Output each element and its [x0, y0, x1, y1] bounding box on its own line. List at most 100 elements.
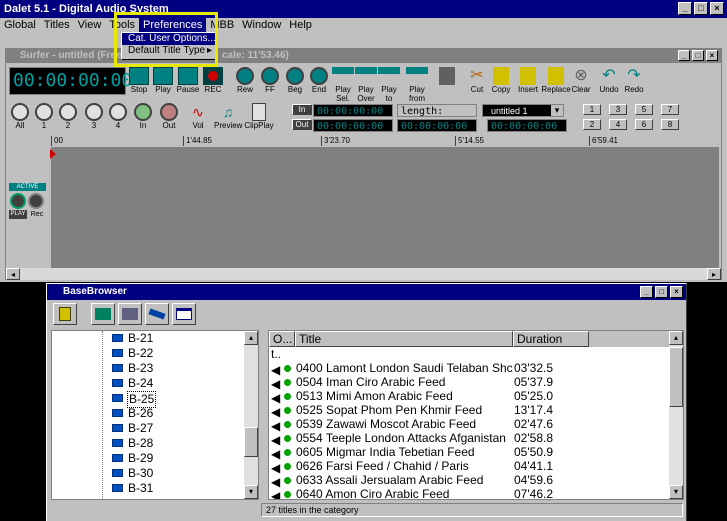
table-row[interactable]: ◀ 0626 Farsi Feed / Chahid / Paris 04'41.1 [269, 459, 669, 475]
column-header-title[interactable]: Title [295, 331, 513, 347]
scroll-right-icon[interactable]: ▸ [707, 268, 721, 280]
redo-button[interactable]: ↷ Redo [623, 67, 645, 94]
tree-item[interactable]: B-22 [52, 346, 252, 361]
record-button[interactable]: REC [202, 67, 224, 94]
surfer-close-button[interactable]: × [706, 50, 718, 61]
track-play-label[interactable]: PLAY [9, 210, 27, 219]
pen-icon[interactable] [145, 303, 169, 325]
table-row[interactable]: ◀ 0513 Mimi Amon Arabic Feed 05'25.0 [269, 389, 669, 405]
basebrowser-titlebar[interactable]: BaseBrowser _ □ × [47, 284, 686, 300]
zoom-in-button[interactable]: In [132, 103, 154, 130]
table-row[interactable]: ◀ 0633 Assali Jersualam Arabic Feed 04'59.… [269, 473, 669, 489]
trash-icon[interactable] [53, 303, 77, 325]
table-row[interactable]: ◀ 0640 Amon Ciro Arabic Feed 07'46.2 [269, 487, 669, 499]
tree-item[interactable]: B-21 [52, 331, 252, 346]
track-rec-knob-icon[interactable] [28, 193, 44, 209]
zoom-out-button[interactable]: Out [158, 103, 180, 130]
tree-vertical-scrollbar[interactable]: ▴ ▾ [244, 331, 258, 499]
menu-tools[interactable]: Tools [105, 18, 139, 32]
replace-button[interactable]: Replace [541, 67, 571, 94]
cue-button-5[interactable]: 5 [635, 104, 653, 115]
tree-item[interactable]: B-28 [52, 436, 252, 451]
table-row[interactable]: ◀ 0525 Sopat Phom Pen Khmir Feed 13'17.4 [269, 403, 669, 419]
clipplay-button[interactable]: ClipPlay [244, 103, 274, 130]
surfer-maximize-button[interactable]: □ [692, 50, 704, 61]
scroll-down-icon[interactable]: ▾ [244, 485, 258, 499]
table-row[interactable]: ◀ 0605 Migmar India Tebetian Feed 05'50.9 [269, 445, 669, 461]
menu-help[interactable]: Help [285, 18, 316, 32]
zoom-1-button[interactable]: 1 [33, 103, 55, 130]
window-icon[interactable] [172, 303, 196, 325]
cue-button-2[interactable]: 2 [583, 119, 601, 130]
cue-button-1[interactable]: 1 [583, 104, 601, 115]
scroll-thumb[interactable] [669, 347, 683, 407]
chevron-down-icon[interactable]: ▾ [551, 105, 563, 116]
menu-item-default-title-type[interactable]: Default Title Type ▸ [122, 45, 216, 57]
browser-minimize-button[interactable]: _ [640, 286, 653, 298]
scroll-up-icon[interactable]: ▴ [244, 331, 258, 345]
track-active-badge[interactable]: ACTIVE [9, 183, 46, 191]
tree-item[interactable]: B-23 [52, 361, 252, 376]
scroll-left-icon[interactable]: ◂ [6, 268, 20, 280]
column-header-o[interactable]: O... [269, 331, 295, 347]
save-icon[interactable] [436, 67, 458, 85]
list-vertical-scrollbar[interactable]: ▴ ▾ [669, 331, 683, 499]
table-row[interactable]: ◀ 0400 Lamont London Saudi Telaban Shc 03'… [269, 361, 669, 377]
zoom-all-button[interactable]: All [9, 103, 31, 130]
menu-global[interactable]: Global [0, 18, 40, 32]
table-row[interactable]: ◀ 0504 Iman Ciro Arabic Feed 05'37.9 [269, 375, 669, 391]
surfer-minimize-button[interactable]: _ [678, 50, 690, 61]
menu-preferences[interactable]: Preferences [139, 18, 207, 32]
menu-window[interactable]: Window [238, 18, 285, 32]
volume-button[interactable]: ∿ Vol [186, 103, 210, 130]
tree-item[interactable]: B-24 [52, 376, 252, 391]
play-from-button[interactable]: Play from [402, 67, 432, 103]
begin-button[interactable]: Beg [283, 67, 307, 94]
out-timecode[interactable]: 00:00:00:00 [313, 119, 393, 132]
end-button[interactable]: End [307, 67, 331, 94]
zoom-4-button[interactable]: 4 [107, 103, 129, 130]
menu-view[interactable]: View [74, 18, 106, 32]
play-selection-button[interactable]: Play Sel. [332, 67, 354, 103]
playhead-marker-icon[interactable] [50, 149, 56, 159]
close-button[interactable]: × [710, 2, 724, 15]
menu-titles[interactable]: Titles [40, 18, 74, 32]
scroll-thumb[interactable] [244, 427, 258, 457]
app-titlebar[interactable]: Dalet 5.1 - Digital Audio System _ □ × [0, 0, 727, 18]
column-header-duration[interactable]: Duration [513, 331, 589, 347]
zoom-2-button[interactable]: 2 [57, 103, 79, 130]
cue-button-7[interactable]: 7 [661, 104, 679, 115]
rewind-button[interactable]: Rew [233, 67, 257, 94]
title-combo[interactable]: untitled 1 ▾ [482, 104, 564, 117]
fast-forward-button[interactable]: FF [258, 67, 282, 94]
timeline-ruler[interactable]: 00 1'44.85 3'23.70 5'14.55 6'59.41 [51, 135, 719, 147]
scroll-down-icon[interactable]: ▾ [669, 485, 683, 499]
play-to-button[interactable]: Play to [378, 67, 400, 103]
list-root-row[interactable]: t.. [269, 347, 669, 361]
tree-item[interactable]: B-30 [52, 466, 252, 481]
play-over-button[interactable]: Play Over [355, 67, 377, 103]
in-timecode[interactable]: 00:00:00:00 [313, 104, 393, 117]
copy-button[interactable]: Copy [490, 67, 512, 94]
cue-button-3[interactable]: 3 [609, 104, 627, 115]
out-button[interactable]: Out [292, 119, 312, 130]
cue-button-6[interactable]: 6 [635, 119, 653, 130]
browser-close-button[interactable]: × [670, 286, 683, 298]
insert-button[interactable]: Insert [516, 67, 540, 94]
titles-list[interactable]: O... Title Duration t.. ◀ 0400 Lamont Lon… [268, 330, 684, 500]
browser-maximize-button[interactable]: □ [655, 286, 668, 298]
minimize-button[interactable]: _ [678, 2, 692, 15]
menu-mbb[interactable]: MBB [206, 18, 238, 32]
track-play-knob-icon[interactable] [10, 193, 26, 209]
cut-button[interactable]: ✂ Cut [466, 67, 488, 94]
table-row[interactable]: ◀ 0554 Teeple London Attacks Afganistan 02… [269, 431, 669, 447]
zoom-3-button[interactable]: 3 [83, 103, 105, 130]
pause-button[interactable]: Pause [176, 67, 200, 94]
maximize-button[interactable]: □ [694, 2, 708, 15]
timeline-area[interactable] [51, 135, 719, 269]
timeline-horizontal-scrollbar[interactable]: ◂ ▸ [6, 268, 721, 280]
tree-item-selected[interactable]: B-25 [52, 391, 252, 408]
play-button[interactable]: Play [152, 67, 174, 94]
tree-item[interactable]: B-29 [52, 451, 252, 466]
clear-button[interactable]: ⊗ Clear [570, 67, 592, 94]
